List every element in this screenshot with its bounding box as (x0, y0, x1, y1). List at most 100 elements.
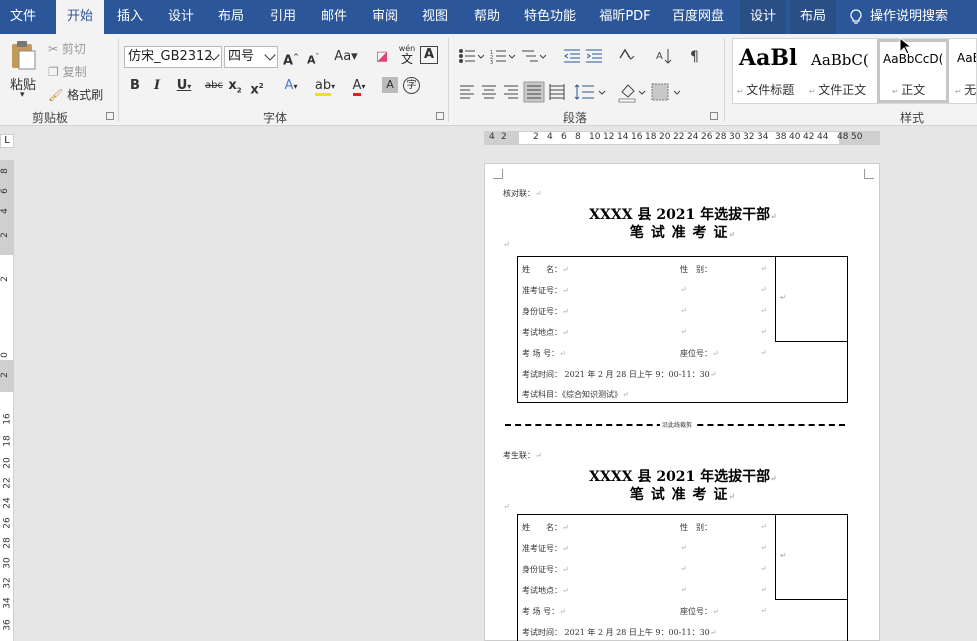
ruler-number: 4 (0, 208, 10, 214)
font-color-icon[interactable]: A▾ (346, 75, 372, 97)
cut-button[interactable]: ✂ 剪切 (48, 40, 86, 57)
paste-button[interactable]: 粘贴 ▾ (6, 38, 40, 102)
tab-special[interactable]: 特色功能 (520, 0, 580, 34)
style-item-title[interactable]: AaBl ↵ 文件标题 (733, 39, 805, 103)
ruler-number: 2 (533, 132, 539, 142)
paragraph-group-label: 段落 (562, 111, 587, 125)
clipboard-launcher-icon[interactable] (106, 112, 114, 120)
field-ticket: 准考证号：↵ (522, 544, 569, 553)
ruler-number: 10 (589, 132, 601, 142)
tell-me-search[interactable]: 操作说明搜索 (850, 0, 948, 34)
vertical-ruler[interactable]: 8 6 4 2 2 0 2 16 18 20 22 24 26 28 30 32 34 36 (0, 160, 14, 641)
tab-design[interactable]: 设计 (160, 0, 202, 34)
field-site: 考试地点：↵ (522, 586, 569, 595)
ruler-number: 14 (617, 132, 629, 142)
chevron-down-icon (264, 49, 276, 61)
tab-review[interactable]: 审阅 (364, 0, 406, 34)
ruler-number: 32 (2, 577, 13, 589)
phonetic-guide-button[interactable]: wén 文 (397, 44, 417, 68)
ruler-number: 6 (561, 132, 567, 142)
tab-baidu-netdisk[interactable]: 百度网盘 (668, 0, 728, 34)
highlight-icon[interactable]: ab▾ (312, 75, 338, 97)
copy-button[interactable]: ❐ 复制 (48, 63, 87, 80)
format-painter-button[interactable]: 🖌 格式刷 (48, 86, 103, 103)
grow-font-icon[interactable]: A^ (282, 46, 300, 68)
field-seat: 座位号：↵ (680, 349, 719, 358)
superscript-icon[interactable]: x2 (250, 75, 264, 97)
field-room: 考 场 号：↵ (522, 349, 566, 358)
style-name: ↵ 无 (955, 83, 977, 97)
change-case-label: Aa (334, 49, 352, 64)
ruler-number: 30 (729, 132, 741, 142)
font-name-combo[interactable]: 仿宋_GB2312 (124, 46, 222, 68)
tab-insert[interactable]: 插入 (108, 0, 152, 34)
change-case-button[interactable]: Aa▾ (332, 46, 360, 68)
tab-table-design[interactable]: 设计 (740, 0, 786, 34)
paragraph-mark: ↵ (503, 240, 510, 249)
paste-dropdown-icon[interactable]: ▾ (20, 90, 25, 100)
ruler-number: 2 (0, 276, 10, 282)
strikethrough-icon[interactable]: abc (204, 75, 224, 97)
italic-icon[interactable]: I (150, 75, 164, 97)
field-id: 身份证号：↵ (522, 565, 569, 574)
clear-format-icon[interactable]: ◪ (372, 46, 392, 68)
ribbon-home: 粘贴 ▾ ✂ 剪切 ❐ 复制 🖌 格式刷 剪贴板 仿宋_GB2312 四号 A^… (0, 34, 977, 126)
paragraph-mark: ↵ (680, 285, 687, 294)
style-item-normal[interactable]: AaBbCcD( ↵ 正文 (877, 39, 949, 103)
ruler-number: 8 (0, 168, 10, 174)
doc-subtitle: 笔 试 准 考 证↵ (629, 225, 737, 241)
ruler-number: 44 (817, 132, 829, 142)
ruler-number: 0 (0, 352, 10, 358)
style-item-body[interactable]: AaBbC( ↵ 文件正文 (805, 39, 877, 103)
style-sample: AaBbCcD( (883, 52, 944, 66)
stub-label: 考生联：↵ (503, 451, 542, 460)
paragraph-mark: ↵ (760, 606, 767, 615)
font-launcher-icon[interactable] (436, 112, 444, 120)
cut-line-label: 沿此线裁剪 (660, 420, 695, 429)
copy-icon: ❐ (48, 65, 59, 79)
ruler-number: 26 (2, 517, 13, 529)
admission-card: ↵ 姓 名：↵ 性 别： ↵ 准考证号：↵ ↵ ↵ 身份证号：↵ ↵ ↵ 考试地… (517, 256, 848, 403)
tab-references[interactable]: 引用 (262, 0, 304, 34)
horizontal-ruler[interactable]: 4 2 2 4 6 8 10 12 14 16 18 20 22 24 26 28 30 32 34 38 40 42 44… (484, 131, 880, 145)
ruler-number: 24 (2, 497, 13, 509)
tab-help[interactable]: 帮助 (466, 0, 508, 34)
text-effects-icon[interactable]: A▾ (280, 75, 302, 97)
ruler-number: 18 (2, 435, 13, 447)
ruler-number: 16 (631, 132, 643, 142)
style-sample: AaBl (739, 45, 798, 71)
ruler-number: 6 (0, 188, 10, 194)
tab-stop-selector[interactable]: L (0, 134, 14, 148)
paragraph-mark: ↵ (760, 327, 767, 336)
document-page[interactable]: 核对联：↵ XXXX 县 2021 年选拔干部↵ 笔 试 准 考 证↵ ↵ ↵ … (484, 163, 880, 641)
clipboard-group-label: 剪贴板 (31, 111, 68, 125)
ruler-number: 4 (547, 132, 553, 142)
phonetic-bottom: 文 (400, 52, 413, 66)
font-size-combo[interactable]: 四号 (224, 46, 278, 68)
tab-table-layout[interactable]: 布局 (790, 0, 836, 34)
ruler-number: 16 (2, 413, 13, 425)
tab-layout[interactable]: 布局 (210, 0, 252, 34)
tab-view[interactable]: 视图 (414, 0, 456, 34)
char-shading-icon[interactable]: A (382, 77, 398, 93)
paragraph-mark: ↵ (760, 585, 767, 594)
char-border-icon[interactable]: A (420, 46, 438, 64)
ruler-number: 8 (575, 132, 581, 142)
tab-mailings[interactable]: 邮件 (313, 0, 355, 34)
style-name: ↵ 文件正文 (809, 83, 867, 97)
ruler-number: 20 (2, 457, 13, 469)
underline-icon[interactable]: U▾ (172, 75, 196, 97)
field-ticket: 准考证号：↵ (522, 286, 569, 295)
tab-home[interactable]: 开始 (56, 0, 104, 34)
style-sample: AaB (957, 51, 976, 65)
bold-icon[interactable]: B (128, 75, 142, 97)
shrink-font-icon[interactable]: Aˇ (304, 46, 322, 68)
tab-file[interactable]: 文件 (0, 0, 46, 34)
enclose-char-button[interactable]: 字 (403, 77, 420, 94)
paragraph-launcher-icon[interactable] (710, 112, 718, 120)
subscript-icon[interactable]: x2 (228, 75, 242, 97)
styles-gallery[interactable]: AaBl ↵ 文件标题 AaBbC( ↵ 文件正文 AaBbCcD( ↵ 正文 … (732, 38, 977, 104)
tab-foxit-pdf[interactable]: 福昕PDF (595, 0, 655, 34)
style-item-no-spacing[interactable]: AaB ↵ 无 (951, 39, 977, 103)
photo-box: ↵ (775, 257, 847, 342)
